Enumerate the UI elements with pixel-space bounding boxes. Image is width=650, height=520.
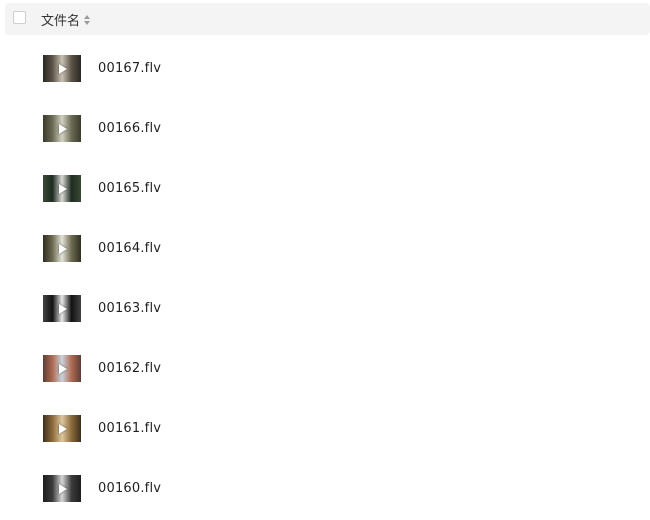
- file-row[interactable]: 00165.flv: [0, 159, 650, 219]
- sort-icon[interactable]: [84, 14, 91, 25]
- file-name[interactable]: 00166.flv: [98, 121, 161, 136]
- video-thumbnail[interactable]: [43, 415, 81, 442]
- column-header-label: 文件名: [41, 14, 81, 29]
- file-name[interactable]: 00162.flv: [98, 361, 161, 376]
- video-thumbnail[interactable]: [43, 475, 81, 502]
- video-thumbnail[interactable]: [43, 295, 81, 322]
- select-all-checkbox[interactable]: [13, 11, 26, 24]
- file-row[interactable]: 00160.flv: [0, 459, 650, 519]
- file-list: 00167.flv 00166.flv 00165.flv 00164.flv …: [0, 39, 650, 519]
- video-thumbnail[interactable]: [43, 55, 81, 82]
- play-icon: [59, 363, 67, 374]
- file-row[interactable]: 00164.flv: [0, 219, 650, 279]
- video-thumbnail[interactable]: [43, 115, 81, 142]
- file-list-header: 文件名: [5, 3, 650, 35]
- file-name[interactable]: 00165.flv: [98, 181, 161, 196]
- play-icon: [59, 243, 67, 254]
- file-row[interactable]: 00166.flv: [0, 99, 650, 159]
- play-icon: [59, 63, 67, 74]
- column-header-filename[interactable]: 文件名: [41, 10, 91, 29]
- file-name[interactable]: 00163.flv: [98, 301, 161, 316]
- file-name[interactable]: 00164.flv: [98, 241, 161, 256]
- play-icon: [59, 483, 67, 494]
- play-icon: [59, 123, 67, 134]
- video-thumbnail[interactable]: [43, 235, 81, 262]
- file-name[interactable]: 00167.flv: [98, 61, 161, 76]
- file-row[interactable]: 00167.flv: [0, 39, 650, 99]
- video-thumbnail[interactable]: [43, 355, 81, 382]
- file-name[interactable]: 00160.flv: [98, 481, 161, 496]
- file-row[interactable]: 00163.flv: [0, 279, 650, 339]
- file-row[interactable]: 00161.flv: [0, 399, 650, 459]
- play-icon: [59, 423, 67, 434]
- file-row[interactable]: 00162.flv: [0, 339, 650, 399]
- file-name[interactable]: 00161.flv: [98, 421, 161, 436]
- play-icon: [59, 303, 67, 314]
- play-icon: [59, 183, 67, 194]
- video-thumbnail[interactable]: [43, 175, 81, 202]
